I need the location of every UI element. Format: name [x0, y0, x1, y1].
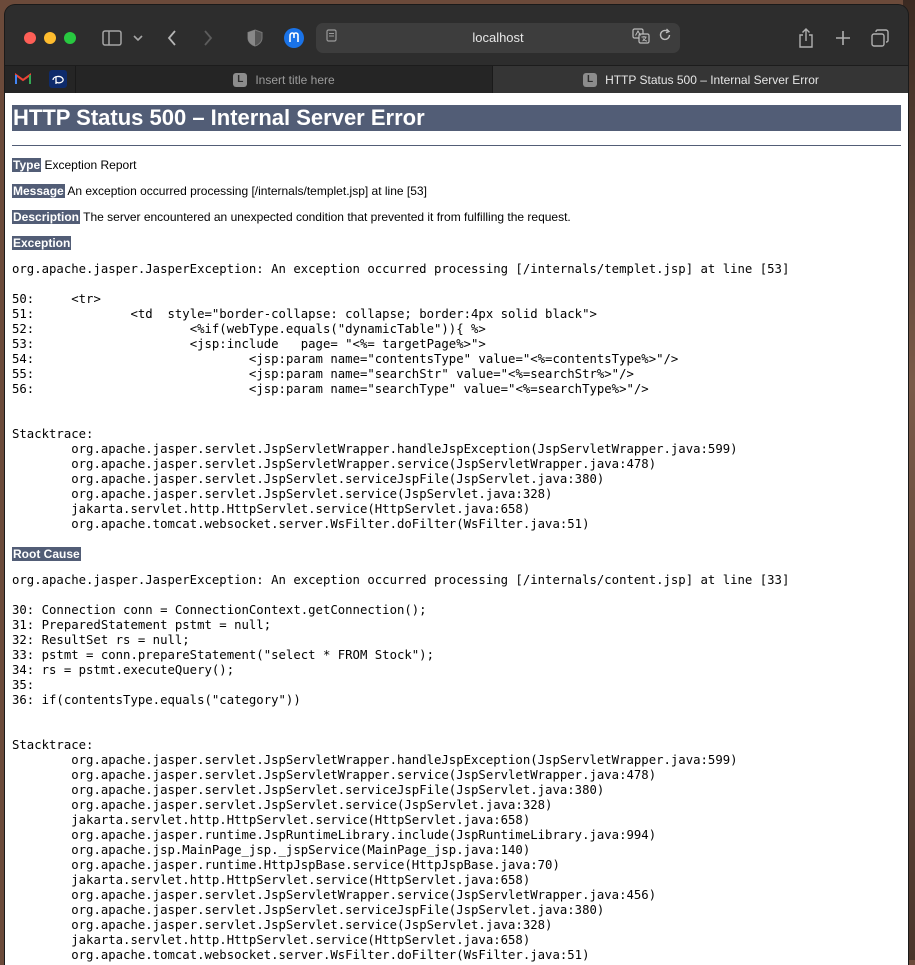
extension-icon[interactable] [282, 25, 306, 51]
root-cause-trace: org.apache.jasper.JasperException: An ex… [12, 573, 790, 962]
root-cause-heading: Root Cause [12, 547, 901, 562]
description-label: Description [12, 210, 81, 224]
page-content: HTTP Status 500 – Internal Server Error … [5, 93, 908, 965]
forward-icon[interactable] [199, 25, 217, 51]
tab-insert-title[interactable]: L Insert title here [75, 66, 492, 93]
tab-overview-icon[interactable] [870, 25, 890, 51]
exception-heading: Exception [12, 236, 901, 251]
reload-icon[interactable] [658, 28, 672, 45]
tab-favicon: L [233, 72, 248, 87]
new-tab-icon[interactable] [833, 25, 853, 51]
close-window-button[interactable] [24, 32, 36, 44]
tab-label: Insert title here [255, 72, 335, 87]
tab-bar: L Insert title here L HTTP Status 500 – … [5, 65, 908, 93]
translate-icon[interactable] [632, 28, 650, 47]
browser-window: localhost L Insert title here L HTTP Sta… [5, 5, 908, 965]
gmail-icon[interactable] [12, 69, 34, 89]
tab-favicon: L [583, 72, 598, 87]
address-bar[interactable]: localhost [316, 23, 680, 53]
type-row: Type Exception Report [12, 158, 901, 173]
description-row: Description The server encountered an un… [12, 210, 901, 225]
minimize-window-button[interactable] [44, 32, 56, 44]
exception-label: Exception [12, 236, 72, 250]
page-title: HTTP Status 500 – Internal Server Error [12, 105, 901, 131]
message-row: Message An exception occurred processing… [12, 184, 901, 199]
tab-label: HTTP Status 500 – Internal Server Error [605, 72, 819, 87]
description-value: The server encountered an unexpected con… [83, 210, 571, 224]
type-value: Exception Report [44, 158, 137, 172]
disney-plus-icon[interactable] [47, 69, 69, 89]
privacy-shield-icon[interactable] [245, 25, 265, 51]
message-label: Message [12, 184, 65, 198]
exception-trace: org.apache.jasper.JasperException: An ex… [12, 262, 790, 531]
zoom-window-button[interactable] [64, 32, 76, 44]
share-icon[interactable] [796, 25, 816, 51]
message-value: An exception occurred processing [/inter… [67, 184, 427, 198]
browser-toolbar: localhost [5, 5, 908, 65]
type-label: Type [12, 158, 42, 172]
sidebar-toggle-icon[interactable] [101, 25, 123, 51]
chevron-down-icon[interactable] [131, 25, 145, 51]
back-icon[interactable] [163, 25, 181, 51]
tab-http-status-500[interactable]: L HTTP Status 500 – Internal Server Erro… [492, 66, 908, 93]
address-text: localhost [472, 30, 524, 45]
root-cause-label: Root Cause [12, 547, 81, 561]
divider [12, 145, 901, 146]
